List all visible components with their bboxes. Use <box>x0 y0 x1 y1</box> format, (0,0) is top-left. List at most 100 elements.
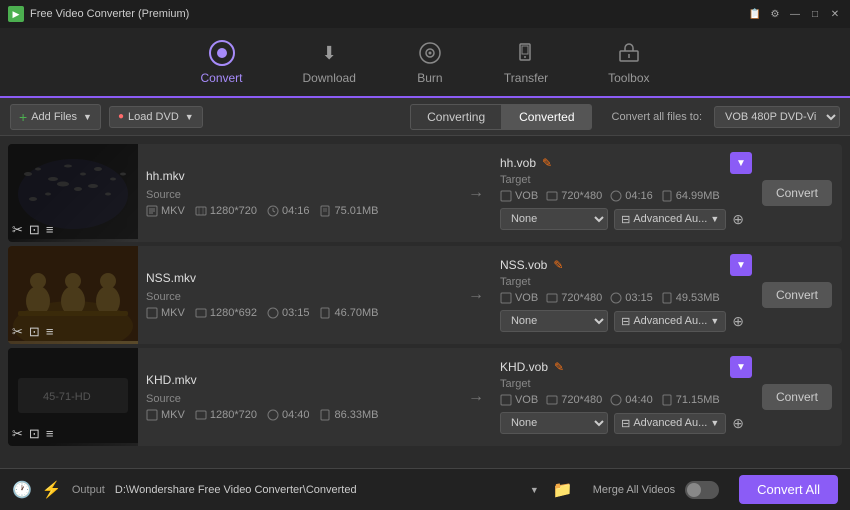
nav-transfer[interactable]: Transfer <box>504 39 548 85</box>
folder-icon[interactable]: 📁 <box>553 480 573 500</box>
target-format-dropdown[interactable]: ▼ <box>730 152 752 174</box>
download-icon: ⬇ <box>315 39 343 67</box>
file-source-meta: NSS.mkv Source MKV 1280*692 03:15 46.70M <box>138 246 460 344</box>
advanced-chevron: ▼ <box>710 316 719 326</box>
add-files-button[interactable]: + Add Files ▼ <box>10 104 101 130</box>
crop-icon[interactable]: ⊡ <box>29 222 40 238</box>
convert-all-button[interactable]: Convert All <box>739 475 838 504</box>
crop-icon[interactable]: ⊡ <box>29 426 40 442</box>
nav-burn[interactable]: Burn <box>416 39 444 85</box>
target-duration: 04:16 <box>610 190 653 202</box>
file-target-meta: NSS.vob ✎ Target VOB 720*480 03:15 <box>492 246 752 344</box>
adjust-icon[interactable]: ⊕ <box>732 415 744 432</box>
source-size: 75.01MB <box>319 205 378 217</box>
nav-transfer-label: Transfer <box>504 71 548 85</box>
source-filename: KHD.mkv <box>146 373 452 387</box>
dvd-icon: ● <box>118 111 124 122</box>
target-resolution: 720*480 <box>546 190 602 202</box>
thumb-tools: ✂ ⊡ ≡ <box>12 324 53 340</box>
convert-btn-col: Convert <box>752 144 842 242</box>
nav-burn-label: Burn <box>417 71 442 85</box>
advanced-audio-button[interactable]: ⊟ Advanced Au... ▼ <box>614 209 726 230</box>
load-dvd-button[interactable]: ● Load DVD ▼ <box>109 106 203 128</box>
effects-icon[interactable]: ≡ <box>46 324 54 340</box>
app-icon: ▶ <box>8 6 24 22</box>
thumb-tools: ✂ ⊡ ≡ <box>12 426 53 442</box>
crop-icon[interactable]: ⊡ <box>29 324 40 340</box>
nav-bar: Convert ⬇ Download Burn Transfer <box>0 28 850 98</box>
register-icon[interactable]: 📋 <box>748 7 762 21</box>
file-row: ✂ ⊡ ≡ hh.mkv Source MKV 1280*720 04:16 <box>8 144 842 242</box>
source-resolution: 1280*692 <box>195 307 257 319</box>
scissors-icon[interactable]: ✂ <box>12 222 23 238</box>
target-size: 71.15MB <box>661 394 720 406</box>
effects-icon[interactable]: ≡ <box>46 222 54 238</box>
file-target-meta: KHD.vob ✎ Target VOB 720*480 04:40 <box>492 348 752 446</box>
source-duration: 04:40 <box>267 409 310 421</box>
advanced-chevron: ▼ <box>710 418 719 428</box>
eq-icon: ⊟ <box>621 213 630 226</box>
maximize-button[interactable]: □ <box>808 7 822 21</box>
plus-icon: + <box>19 109 27 125</box>
target-format: VOB <box>500 190 538 202</box>
target-format-dropdown[interactable]: ▼ <box>730 356 752 378</box>
lightning-icon[interactable]: ⚡ <box>42 480 62 500</box>
output-path-chevron[interactable]: ▼ <box>530 485 539 495</box>
output-label: Output <box>72 484 105 496</box>
load-dvd-chevron[interactable]: ▼ <box>185 112 194 122</box>
effect-select[interactable]: None <box>500 412 608 434</box>
eq-icon: ⊟ <box>621 417 630 430</box>
target-resolution: 720*480 <box>546 292 602 304</box>
target-format: VOB <box>500 292 538 304</box>
convert-button[interactable]: Convert <box>762 180 832 206</box>
nav-toolbox[interactable]: Toolbox <box>608 39 649 85</box>
advanced-audio-button[interactable]: ⊟ Advanced Au... ▼ <box>614 413 726 434</box>
effects-icon[interactable]: ≡ <box>46 426 54 442</box>
close-button[interactable]: ✕ <box>828 7 842 21</box>
convert-button[interactable]: Convert <box>762 384 832 410</box>
edit-filename-icon[interactable]: ✎ <box>553 258 563 272</box>
transfer-icon <box>512 39 540 67</box>
app-title: Free Video Converter (Premium) <box>30 8 189 20</box>
history-icon[interactable]: 🕐 <box>12 480 32 500</box>
tab-converting[interactable]: Converting <box>410 104 502 130</box>
tab-converted[interactable]: Converted <box>502 104 591 130</box>
thumb-tools: ✂ ⊡ ≡ <box>12 222 53 238</box>
convert-all-format-select[interactable]: VOB 480P DVD-Vi <box>714 106 840 128</box>
window-controls: 📋 ⚙ — □ ✕ <box>748 7 842 21</box>
target-format-dropdown[interactable]: ▼ <box>730 254 752 276</box>
add-files-chevron[interactable]: ▼ <box>83 112 92 122</box>
settings-icon[interactable]: ⚙ <box>768 7 782 21</box>
target-duration: 04:40 <box>610 394 653 406</box>
convert-button[interactable]: Convert <box>762 282 832 308</box>
effect-select[interactable]: None <box>500 310 608 332</box>
convert-all-label: Convert all files to: <box>612 111 702 123</box>
advanced-chevron: ▼ <box>710 214 719 224</box>
target-filename-text: hh.vob <box>500 156 536 170</box>
edit-filename-icon[interactable]: ✎ <box>554 360 564 374</box>
scissors-icon[interactable]: ✂ <box>12 324 23 340</box>
adjust-icon[interactable]: ⊕ <box>732 211 744 228</box>
merge-label: Merge All Videos <box>593 484 675 496</box>
file-thumbnail: 45-71-HD ✂ ⊡ ≡ <box>8 348 138 446</box>
scissors-icon[interactable]: ✂ <box>12 426 23 442</box>
target-size: 49.53MB <box>661 292 720 304</box>
file-list: ✂ ⊡ ≡ hh.mkv Source MKV 1280*720 04:16 <box>0 136 850 468</box>
merge-toggle[interactable] <box>685 481 719 499</box>
effect-select[interactable]: None <box>500 208 608 230</box>
source-filename: hh.mkv <box>146 169 452 183</box>
arrow-separator: → <box>460 348 492 446</box>
target-format: VOB <box>500 394 538 406</box>
edit-filename-icon[interactable]: ✎ <box>542 156 552 170</box>
target-filename-text: KHD.vob <box>500 360 548 374</box>
arrow-separator: → <box>460 144 492 242</box>
minimize-button[interactable]: — <box>788 7 802 21</box>
nav-download[interactable]: ⬇ Download <box>303 39 356 85</box>
file-thumbnail: ✂ ⊡ ≡ <box>8 246 138 344</box>
adjust-icon[interactable]: ⊕ <box>732 313 744 330</box>
advanced-audio-button[interactable]: ⊟ Advanced Au... ▼ <box>614 311 726 332</box>
target-resolution: 720*480 <box>546 394 602 406</box>
target-duration: 03:15 <box>610 292 653 304</box>
nav-convert[interactable]: Convert <box>200 39 242 85</box>
title-bar: ▶ Free Video Converter (Premium) 📋 ⚙ — □… <box>0 0 850 28</box>
